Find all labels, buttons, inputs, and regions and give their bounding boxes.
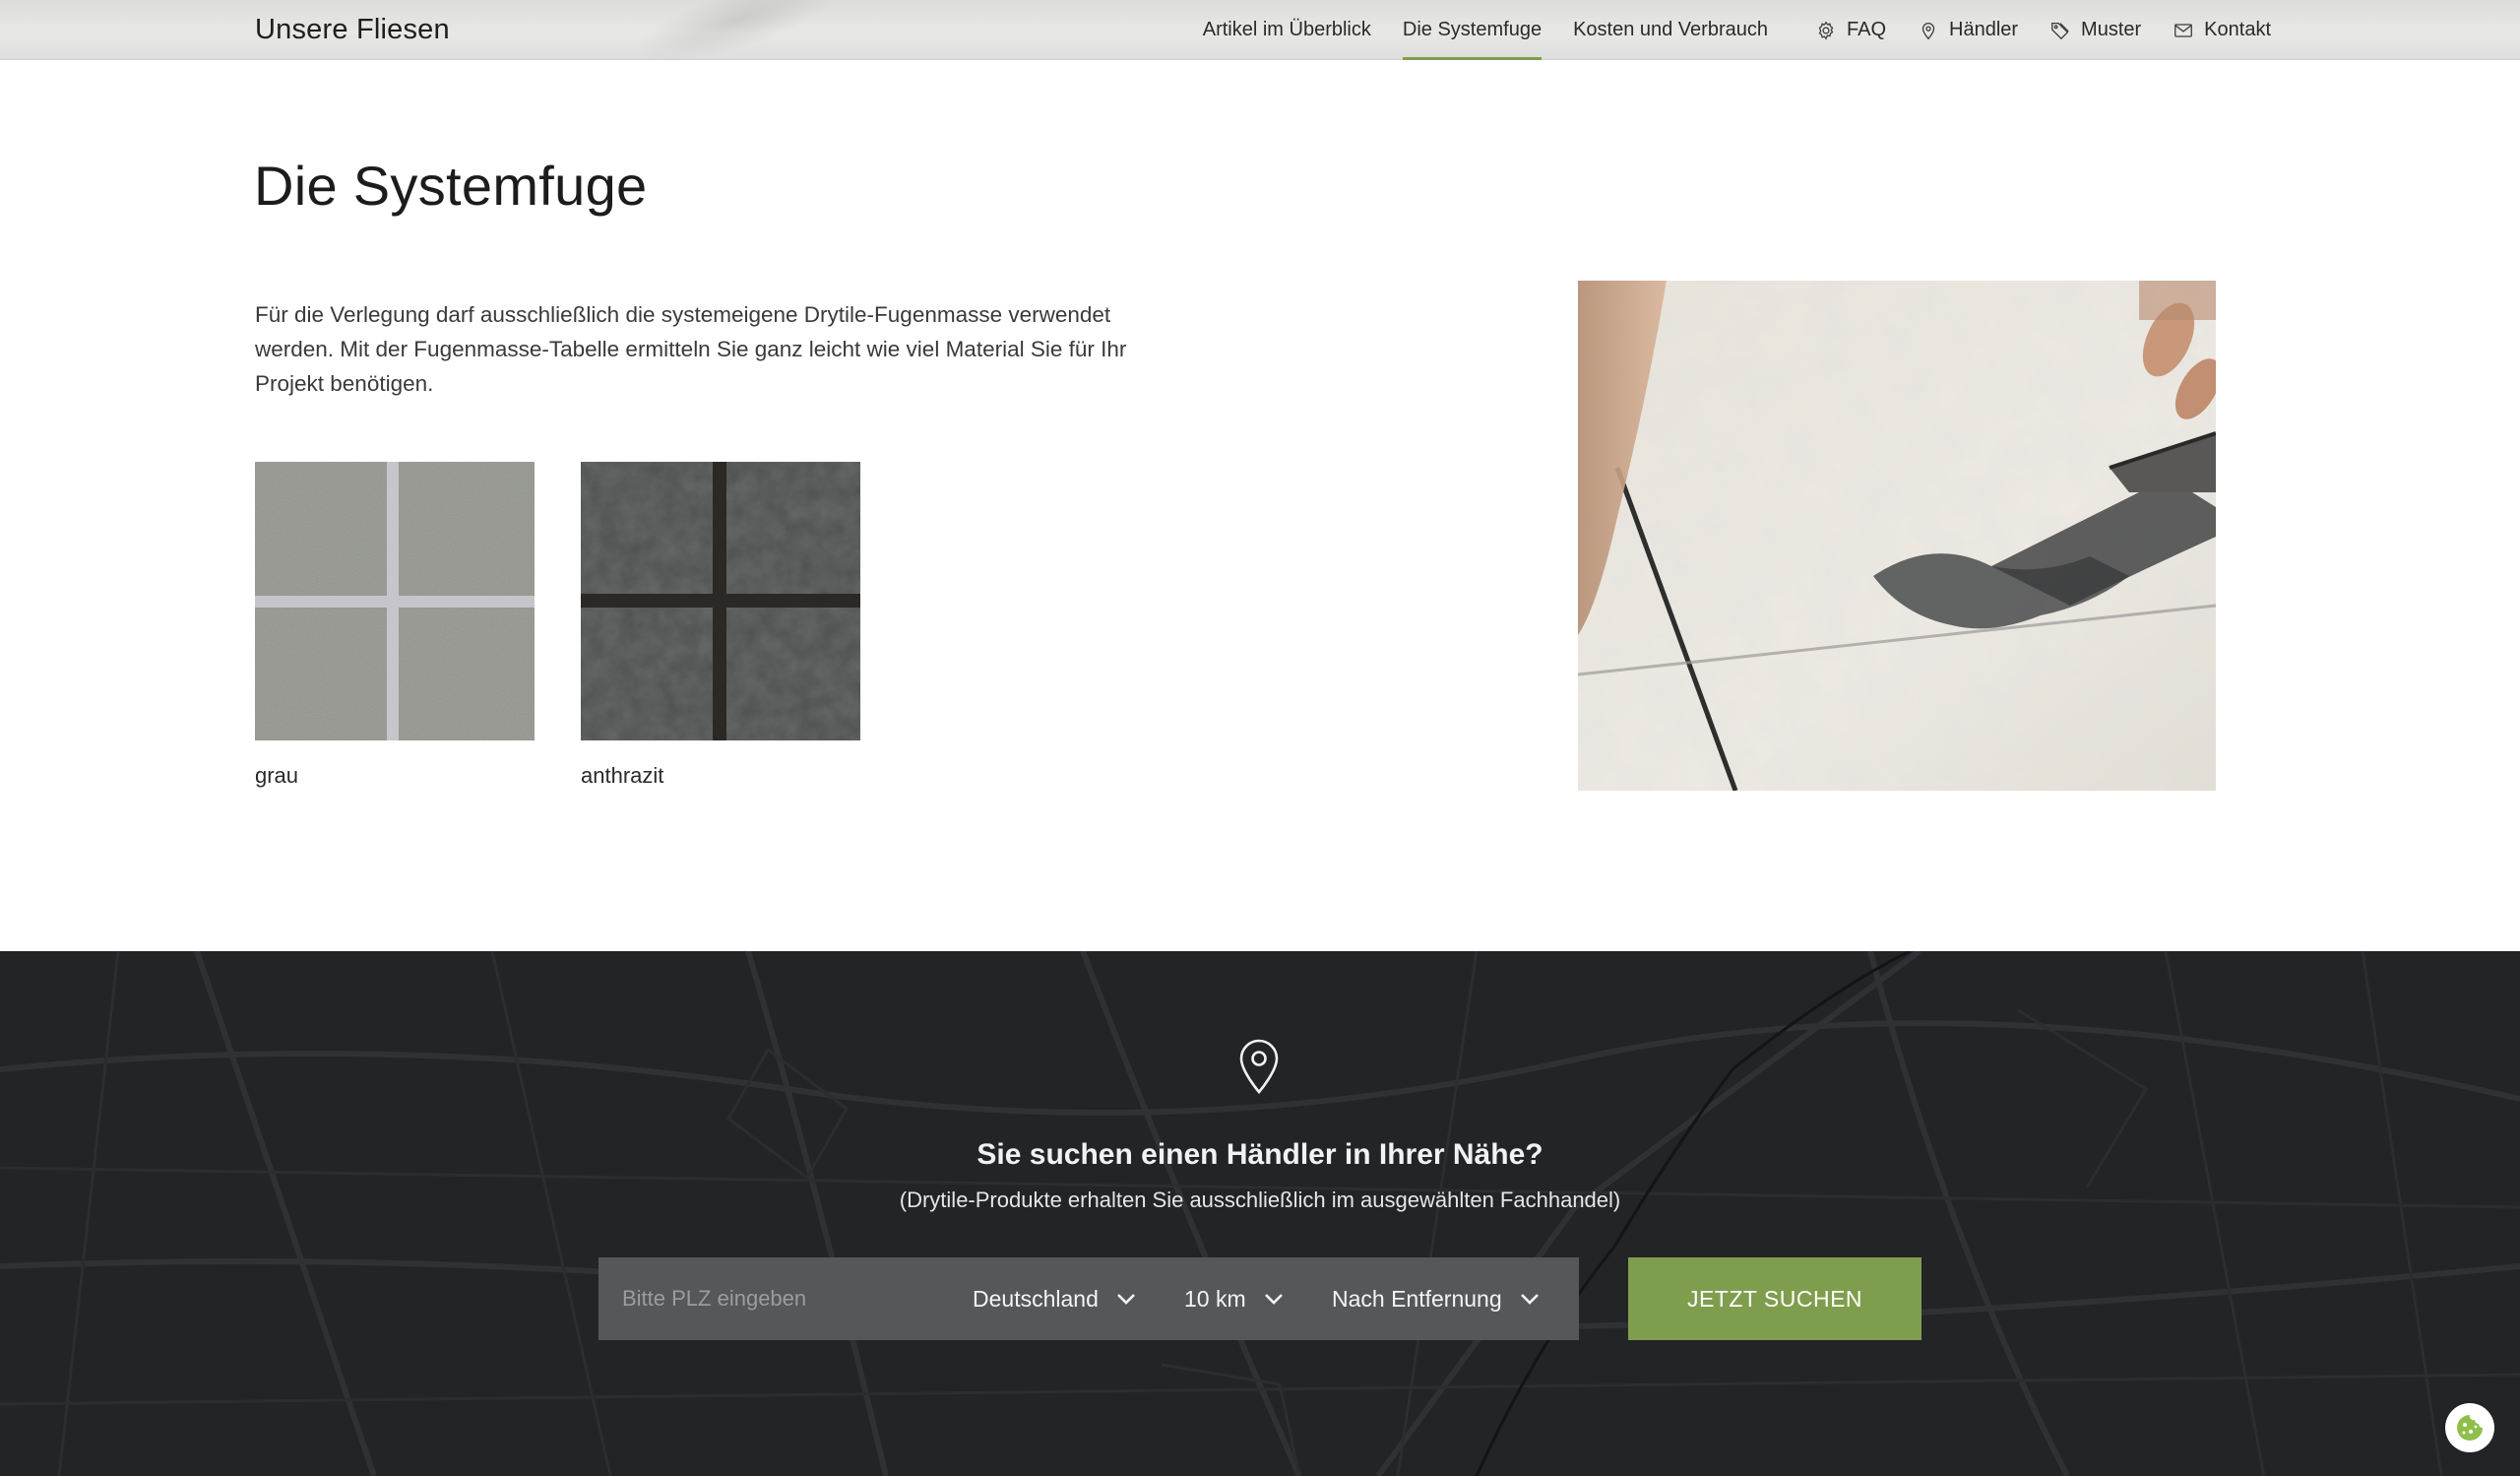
nav-label: Händler <box>1949 19 2019 40</box>
swatch-label: anthrazit <box>581 763 664 788</box>
dealer-search-subtitle: (Drytile-Produkte erhalten Sie ausschlie… <box>899 1187 1621 1212</box>
nav-item-kontakt[interactable]: Kontakt <box>2173 0 2271 60</box>
dealer-search-form: Deutschland 10 km Nach Entfernung <box>598 1257 1579 1340</box>
grout-sample-grau-image <box>255 462 535 740</box>
chevron-down-icon <box>1116 1292 1136 1306</box>
chevron-down-icon <box>1520 1292 1540 1306</box>
page-title: Die Systemfuge <box>254 155 648 217</box>
nav-item-artikel[interactable]: Artikel im Überblick <box>1203 0 1371 60</box>
search-dealer-button[interactable]: JETZT SUCHEN <box>1628 1257 1922 1340</box>
nav-label: Muster <box>2081 19 2142 40</box>
nav-label: Artikel im Überblick <box>1202 19 1371 40</box>
radius-select-value: 10 km <box>1184 1285 1246 1312</box>
grouting-photo <box>1578 281 2216 791</box>
main-nav: Artikel im Überblick Die Systemfuge Kost… <box>1171 0 2271 60</box>
sort-select[interactable]: Nach Entfernung <box>1332 1257 1558 1340</box>
top-header: Unsere Fliesen Artikel im Überblick Die … <box>0 0 2520 60</box>
grout-swatch-anthrazit: anthrazit <box>581 462 860 789</box>
dealer-search-section: Sie suchen einen Händler in Ihrer Nähe? … <box>0 951 2520 1476</box>
sort-select-value: Nach Entfernung <box>1332 1285 1502 1312</box>
nav-label: Kosten und Verbrauch <box>1573 19 1768 40</box>
map-pin-icon <box>1918 20 1939 41</box>
intro-text: Für die Verlegung darf ausschließlich di… <box>255 302 1127 396</box>
dealer-search-title: Sie suchen einen Händler in Ihrer Nähe? <box>976 1138 1544 1171</box>
cookie-settings-button[interactable] <box>2445 1403 2494 1452</box>
tag-icon <box>2049 20 2071 41</box>
map-background <box>0 951 2520 1476</box>
nav-label: Kontakt <box>2204 19 2271 40</box>
grout-sample-anthrazit-image <box>581 462 860 740</box>
country-select-value: Deutschland <box>973 1285 1099 1312</box>
cookie-icon <box>2457 1415 2483 1441</box>
country-select[interactable]: Deutschland <box>973 1257 1184 1340</box>
nav-label: Die Systemfuge <box>1402 19 1543 40</box>
grout-swatch-grau: grau <box>255 462 535 789</box>
gear-icon <box>1815 20 1837 41</box>
nav-item-haendler[interactable]: Händler <box>1918 0 2018 60</box>
plz-input[interactable] <box>598 1257 963 1340</box>
nav-item-systemfuge[interactable]: Die Systemfuge <box>1402 0 1543 60</box>
location-pin-icon <box>1239 1039 1279 1094</box>
brand-logo-text[interactable]: Unsere Fliesen <box>255 14 450 46</box>
nav-item-faq[interactable]: FAQ <box>1815 0 1886 60</box>
nav-item-kosten[interactable]: Kosten und Verbrauch <box>1573 0 1768 60</box>
nav-label: FAQ <box>1846 19 1886 40</box>
nav-item-muster[interactable]: Muster <box>2049 0 2141 60</box>
chevron-down-icon <box>1264 1292 1284 1306</box>
radius-select[interactable]: 10 km <box>1184 1257 1332 1340</box>
envelope-icon <box>2173 20 2194 41</box>
swatch-label: grau <box>255 763 299 788</box>
